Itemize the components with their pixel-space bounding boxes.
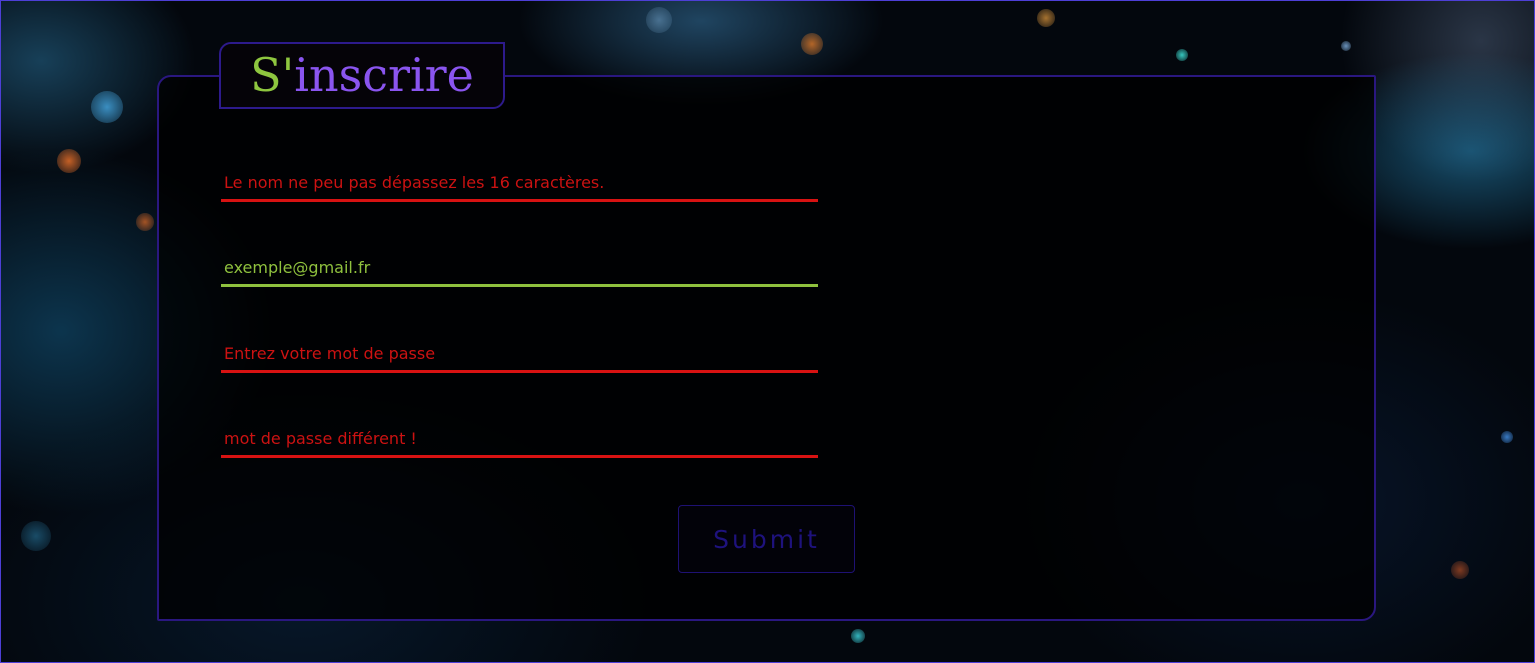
confirm-password-input[interactable]: mot de passe différent !: [221, 418, 818, 458]
background-bokeh: [801, 33, 823, 55]
background-bokeh: [57, 149, 81, 173]
background-bokeh: [136, 213, 154, 231]
background-bokeh: [646, 7, 672, 33]
username-input[interactable]: Le nom ne peu pas dépassez les 16 caract…: [221, 162, 818, 202]
background-bokeh: [1176, 49, 1188, 61]
background-bokeh: [851, 629, 865, 643]
password-input-text: Entrez votre mot de passe: [224, 344, 436, 363]
background-bokeh: [21, 521, 51, 551]
email-input[interactable]: exemple@gmail.fr: [221, 247, 818, 287]
background-bokeh: [91, 91, 123, 123]
background-bokeh: [1341, 41, 1351, 51]
background-bokeh: [1037, 9, 1055, 27]
password-input[interactable]: Entrez votre mot de passe: [221, 333, 818, 373]
form-title: S'inscrire: [250, 52, 474, 98]
background-bokeh: [1501, 431, 1513, 443]
username-input-text: Le nom ne peu pas dépassez les 16 caract…: [224, 173, 605, 192]
form-title-tab: S'inscrire: [219, 42, 505, 109]
submit-button[interactable]: Submit: [678, 505, 855, 573]
form-title-word: inscrire: [294, 47, 474, 102]
form-title-prefix: S': [250, 47, 295, 102]
email-input-text: exemple@gmail.fr: [224, 258, 371, 277]
background-bokeh: [1451, 561, 1469, 579]
confirm-password-input-text: mot de passe différent !: [224, 429, 417, 448]
